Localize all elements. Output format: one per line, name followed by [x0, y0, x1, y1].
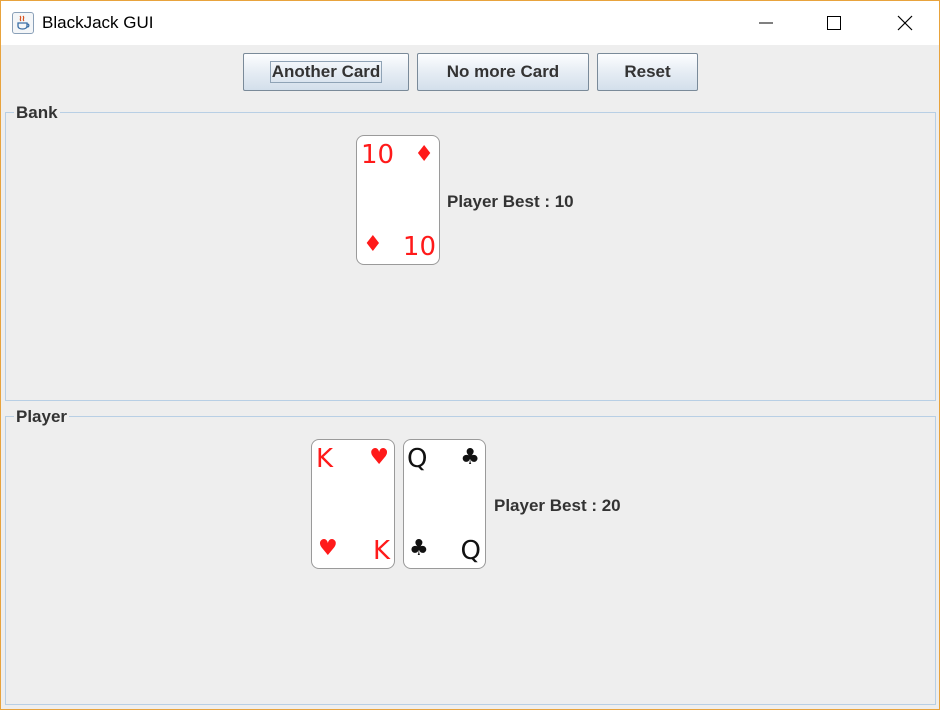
- app-window: BlackJack GUI Another Card No more Card …: [0, 0, 940, 710]
- maximize-icon: [827, 16, 841, 30]
- card-rank-bottom: K: [372, 536, 390, 566]
- card-rank-bottom: Q: [460, 536, 481, 566]
- reset-label: Reset: [624, 62, 671, 81]
- another-card-label: Another Card: [269, 61, 383, 83]
- reset-button[interactable]: Reset: [597, 53, 698, 91]
- window-title: BlackJack GUI: [42, 13, 154, 32]
- close-button[interactable]: [882, 1, 928, 45]
- bank-panel: Bank 10 ♦ ♦ 10 Player Best : 10: [5, 103, 936, 401]
- heart-icon: ♥: [318, 536, 338, 561]
- club-icon: ♣: [460, 445, 480, 470]
- player-card-1: K ♥ ♥ K: [311, 439, 395, 569]
- no-more-card-label: No more Card: [446, 62, 560, 81]
- no-more-card-button[interactable]: No more Card: [417, 53, 589, 91]
- close-icon: [897, 15, 913, 31]
- minimize-button[interactable]: [743, 1, 789, 45]
- maximize-button[interactable]: [811, 1, 857, 45]
- club-icon: ♣: [409, 536, 429, 561]
- heart-icon: ♥: [369, 445, 389, 470]
- player-card-2: Q ♣ ♣ Q: [403, 439, 486, 569]
- card-rank-top: K: [316, 444, 334, 474]
- diamond-icon: ♦: [363, 232, 383, 257]
- card-rank-bottom: 10: [402, 232, 436, 262]
- diamond-icon: ♦: [414, 142, 434, 167]
- java-cup-icon[interactable]: [12, 12, 34, 34]
- player-panel-title: Player: [14, 407, 70, 427]
- card-rank-top: Q: [407, 444, 428, 474]
- bank-best-label: Player Best : 10: [447, 192, 574, 211]
- player-panel: Player K ♥ ♥ K Q ♣ ♣ Q Player Best : 20: [5, 407, 936, 705]
- player-best-label: Player Best : 20: [494, 496, 621, 515]
- card-rank-top: 10: [361, 140, 395, 170]
- minimize-icon: [759, 22, 773, 24]
- bank-panel-title: Bank: [14, 103, 60, 123]
- bank-card-1: 10 ♦ ♦ 10: [356, 135, 440, 265]
- title-bar[interactable]: BlackJack GUI: [1, 1, 939, 45]
- another-card-button[interactable]: Another Card: [243, 53, 409, 91]
